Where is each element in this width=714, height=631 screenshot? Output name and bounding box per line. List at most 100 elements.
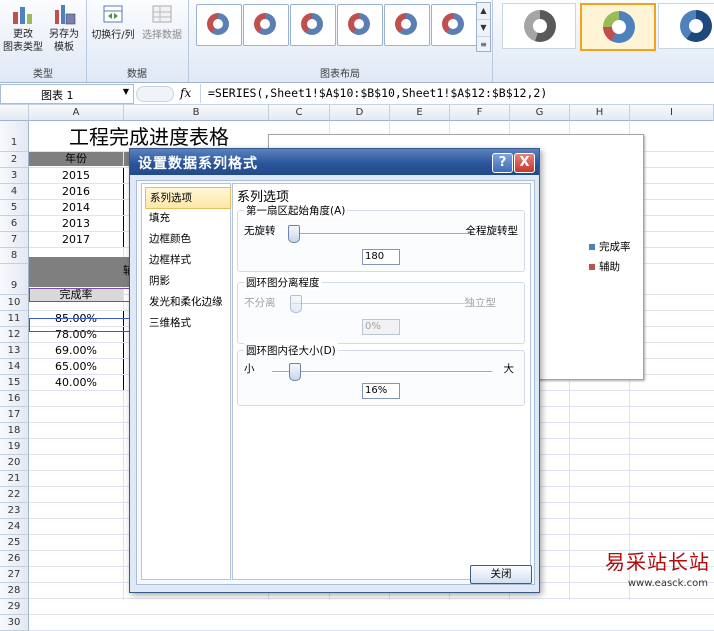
ribbon: 更改 图表类型 另存为 模板 类型 切换行/列 选择数据 数据 ▲ ▼ ≡ 图表… (0, 0, 714, 83)
explosion-title: 圆环图分离程度 (244, 275, 322, 290)
column-header-e[interactable]: E (390, 105, 450, 121)
chart-style-gray-donut[interactable] (502, 3, 576, 49)
dialog-title-bar[interactable]: 设置数据系列格式 ? X (130, 149, 539, 175)
explosion-max-label: 独立型 (464, 297, 497, 309)
hole-slider-track[interactable] (272, 371, 492, 373)
column-header-a[interactable]: A (29, 105, 124, 121)
formula-divider (200, 84, 201, 103)
gallery-more-icon[interactable]: ≡ (477, 37, 490, 53)
row-header-27[interactable]: 27 (0, 567, 29, 583)
scroll-up-icon[interactable]: ▲ (477, 3, 490, 20)
row-header-11[interactable]: 11 (0, 311, 29, 327)
category-item-0[interactable]: 系列选项 (145, 187, 231, 209)
row-header-7[interactable]: 7 (0, 232, 29, 248)
select-all-corner[interactable] (0, 105, 29, 121)
row-header-13[interactable]: 13 (0, 343, 29, 359)
row-header-23[interactable]: 23 (0, 503, 29, 519)
row-header-21[interactable]: 21 (0, 471, 29, 487)
row-header-20[interactable]: 20 (0, 455, 29, 471)
year-cell[interactable]: 2013 (29, 216, 124, 231)
column-header-i[interactable]: I (630, 105, 714, 121)
rate-cell[interactable]: 65.00% (29, 359, 124, 374)
row-header-1[interactable]: 1 (0, 121, 29, 152)
row-header-16[interactable]: 16 (0, 391, 29, 407)
save-as-template-button[interactable]: 另存为 模板 (45, 2, 83, 54)
category-item-4[interactable]: 阴影 (145, 271, 229, 291)
row-header-8[interactable]: 8 (0, 248, 29, 264)
row-header-4[interactable]: 4 (0, 184, 29, 200)
row-header-5[interactable]: 5 (0, 200, 29, 216)
formula-bar: 图表 1 ▼ fx =SERIES(,Sheet1!$A$10:$B$10,Sh… (0, 84, 714, 105)
category-item-3[interactable]: 边框样式 (145, 250, 229, 270)
explosion-value-input[interactable]: 0% (362, 319, 400, 335)
row-header-29[interactable]: 29 (0, 599, 29, 615)
angle-slider-thumb[interactable] (288, 225, 300, 243)
row-header-26[interactable]: 26 (0, 551, 29, 567)
hole-size-title: 圆环图内径大小(D) (244, 343, 338, 358)
category-item-2[interactable]: 边框颜色 (145, 229, 229, 249)
chart-layout-thumb-6[interactable] (431, 4, 477, 46)
row-header-2[interactable]: 2 (0, 152, 29, 168)
hole-slider-thumb[interactable] (289, 363, 301, 381)
chart-layout-thumb-2[interactable] (243, 4, 289, 46)
row-header-22[interactable]: 22 (0, 487, 29, 503)
help-icon[interactable]: ? (492, 153, 513, 173)
row-header-9[interactable]: 9 (0, 264, 29, 295)
column-header-d[interactable]: D (330, 105, 390, 121)
row-header-15[interactable]: 15 (0, 375, 29, 391)
row-header-18[interactable]: 18 (0, 423, 29, 439)
category-item-6[interactable]: 三维格式 (145, 313, 229, 333)
year-header-cell[interactable]: 年份 (29, 152, 123, 166)
row-header-25[interactable]: 25 (0, 535, 29, 551)
year-cell[interactable]: 2016 (29, 184, 124, 199)
row-header-12[interactable]: 12 (0, 327, 29, 343)
column-header-f[interactable]: F (450, 105, 510, 121)
layout-gallery-scroller[interactable]: ▲ ▼ ≡ (476, 2, 491, 52)
row-header-17[interactable]: 17 (0, 407, 29, 423)
angle-slider-track[interactable] (290, 233, 470, 235)
angle-value-input[interactable]: 180 (362, 249, 400, 265)
row-header-30[interactable]: 30 (0, 615, 29, 631)
scroll-down-icon[interactable]: ▼ (477, 20, 490, 37)
chart-style-blue-donut[interactable] (658, 3, 714, 49)
chart-style-blue-red-donut[interactable] (580, 3, 656, 51)
category-item-5[interactable]: 发光和柔化边缘 (145, 292, 229, 312)
insert-function-button[interactable]: fx (180, 86, 191, 100)
close-icon[interactable]: X (514, 153, 535, 173)
column-header-h[interactable]: H (570, 105, 630, 121)
chevron-down-icon[interactable]: ▼ (123, 87, 129, 96)
switch-row-column-button[interactable]: 切换行/列 (90, 2, 136, 42)
name-box[interactable]: 图表 1 ▼ (0, 84, 134, 104)
row-header-3[interactable]: 3 (0, 168, 29, 184)
chart-layout-thumb-4[interactable] (337, 4, 383, 46)
chart-layout-thumb-1[interactable] (196, 4, 242, 46)
year-cell[interactable]: 2015 (29, 168, 124, 183)
year-cell[interactable]: 2017 (29, 232, 124, 247)
chart-layout-thumb-5[interactable] (384, 4, 430, 46)
column-header-g[interactable]: G (510, 105, 570, 121)
row-header-14[interactable]: 14 (0, 359, 29, 375)
hole-value-input[interactable]: 16% (362, 383, 400, 399)
chart-layout-thumb-3[interactable] (290, 4, 336, 46)
row-header-10[interactable]: 10 (0, 295, 29, 311)
formula-input[interactable]: =SERIES(,Sheet1!$A$10:$B$10,Sheet1!$A$12… (208, 86, 547, 100)
chart-bar-icon (10, 2, 36, 26)
close-button[interactable]: 关闭 (470, 565, 532, 584)
explosion-slider-thumb[interactable] (290, 295, 302, 313)
row-header-6[interactable]: 6 (0, 216, 29, 232)
formula-bar-expand-control[interactable] (136, 86, 174, 102)
rate-cell[interactable]: 40.00% (29, 375, 124, 390)
legend-swatch-auxiliary (589, 264, 595, 270)
row-header-28[interactable]: 28 (0, 583, 29, 599)
rate-cell[interactable]: 69.00% (29, 343, 124, 358)
change-chart-type-button[interactable]: 更改 图表类型 (3, 2, 43, 54)
row-header-24[interactable]: 24 (0, 519, 29, 535)
column-header-c[interactable]: C (269, 105, 330, 121)
explosion-slider-track[interactable] (292, 303, 468, 305)
row-header-19[interactable]: 19 (0, 439, 29, 455)
explosion-fieldset: 圆环图分离程度 不分离 独立型 0% (237, 275, 525, 344)
column-header-b[interactable]: B (124, 105, 269, 121)
category-item-1[interactable]: 填充 (145, 208, 229, 228)
select-data-button[interactable]: 选择数据 (138, 2, 186, 42)
year-cell[interactable]: 2014 (29, 200, 124, 215)
